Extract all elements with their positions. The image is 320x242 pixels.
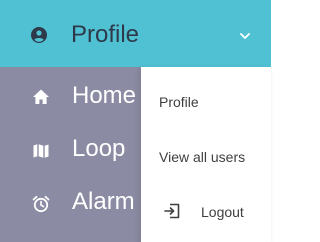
- logout-icon: [164, 203, 180, 219]
- menu-item-logout[interactable]: Logout: [141, 194, 271, 230]
- map-icon: [33, 144, 49, 158]
- app-window: Profile Home Loop Alarm Profile View all…: [0, 0, 271, 242]
- sidebar-item-label: Loop: [72, 135, 126, 162]
- sidebar-item-label: Home: [72, 82, 137, 109]
- menu-item-label: Profile: [159, 94, 199, 110]
- menu-item-profile[interactable]: Profile: [141, 84, 271, 120]
- profile-dropdown-menu: Profile View all users Logout: [141, 67, 271, 242]
- menu-item-view-all-users[interactable]: View all users: [141, 139, 271, 175]
- profile-header[interactable]: Profile: [0, 0, 271, 67]
- alarm-clock-icon: [32, 195, 50, 213]
- chevron-down-icon[interactable]: [240, 33, 250, 39]
- user-circle-icon: [31, 27, 47, 43]
- home-icon: [33, 89, 49, 104]
- sidebar-item-label: Alarm: [72, 188, 135, 215]
- page-title: Profile: [71, 21, 140, 48]
- menu-item-label: View all users: [159, 149, 246, 165]
- menu-item-label: Logout: [201, 204, 244, 220]
